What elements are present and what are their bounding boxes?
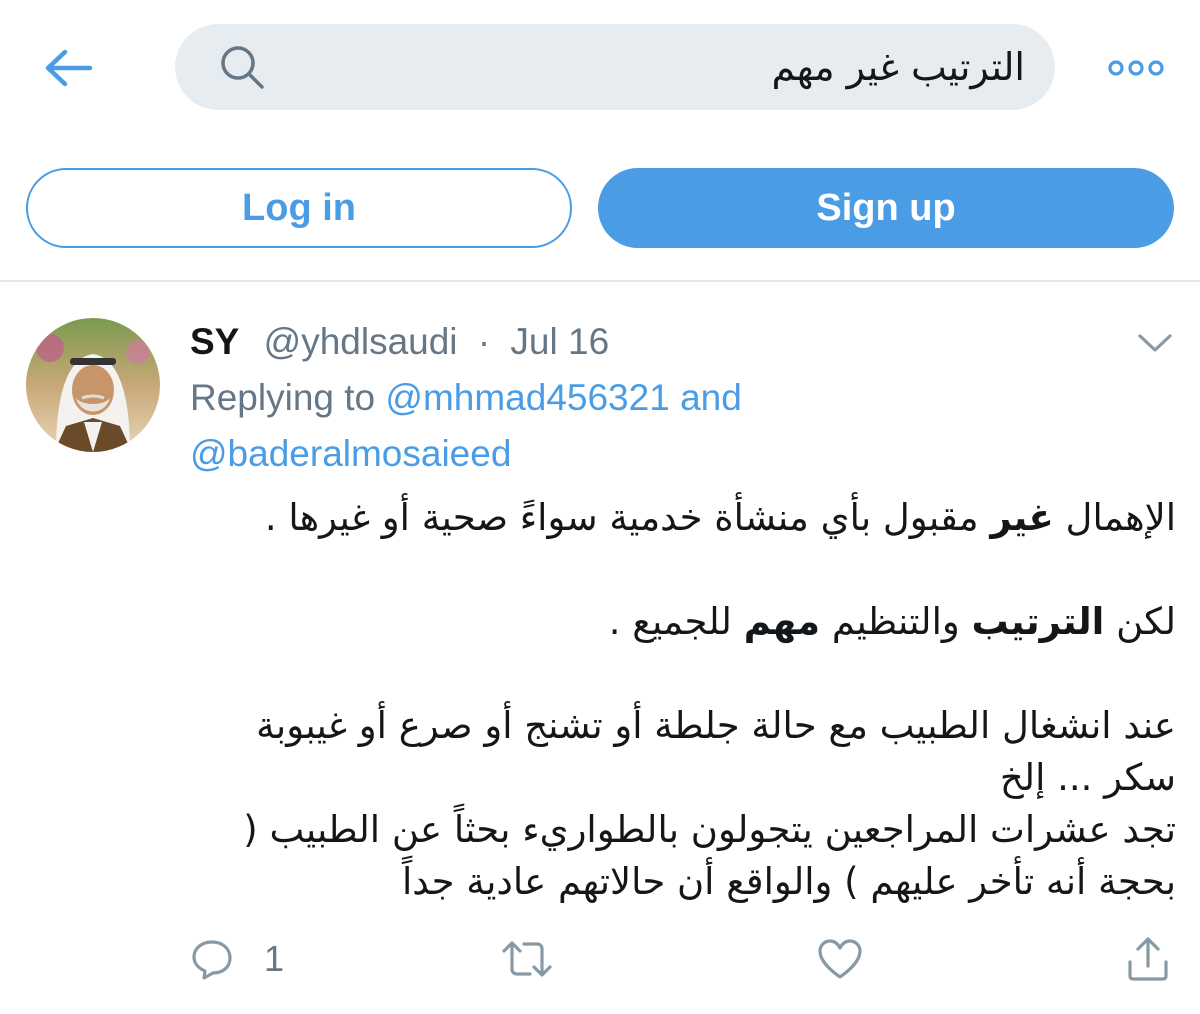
avatar[interactable] <box>26 318 160 452</box>
mention-link[interactable]: @mhmad456321 <box>385 377 669 418</box>
reply-count: 1 <box>264 938 285 979</box>
chevron-down-icon <box>1138 334 1172 352</box>
back-button[interactable] <box>38 40 98 96</box>
share-button[interactable] <box>1126 936 1170 982</box>
tweet-line: عند انشغال الطبيب مع حالة جلطة أو تشنج أ… <box>256 704 1176 747</box>
search-icon <box>221 46 264 89</box>
like-button[interactable] <box>816 936 864 982</box>
user-handle[interactable]: @yhdlsaudi <box>264 321 458 362</box>
replying-to: Replying to @mhmad456321 and <box>190 372 742 424</box>
display-name[interactable]: SY <box>190 321 239 362</box>
reply-button[interactable]: 1 <box>190 936 284 982</box>
signup-button[interactable]: Sign up <box>598 168 1174 248</box>
search-query: الترتيب غير مهم <box>771 45 1025 89</box>
avatar-image <box>26 318 160 452</box>
retweet-icon <box>502 941 552 977</box>
heart-icon <box>818 939 862 979</box>
top-bar: الترتيب غير مهم <box>0 0 1200 130</box>
login-button[interactable]: Log in <box>26 168 572 248</box>
tweet-menu-button[interactable] <box>1132 326 1178 360</box>
more-options-button[interactable] <box>1104 48 1168 88</box>
retweet-button[interactable] <box>500 936 554 982</box>
arrow-left-icon <box>45 49 93 87</box>
separator-dot: · <box>477 321 491 362</box>
mention-link[interactable]: @baderalmosaieed <box>190 433 511 474</box>
tweet-header: SY @yhdlsaudi · Jul 16 <box>190 316 609 368</box>
and-word: and <box>680 377 742 418</box>
reply-icon <box>192 940 232 980</box>
tweet-text: الإهمال غير مقبول بأي منشأة خدمية سواءً … <box>186 492 1176 908</box>
more-horizontal-icon <box>1108 60 1164 76</box>
replying-to-continued: @baderalmosaieed <box>190 428 511 480</box>
share-icon <box>1128 937 1168 981</box>
tweet-paragraph: الإهمال غير مقبول بأي منشأة خدمية سواءً … <box>264 496 1176 539</box>
divider <box>0 280 1200 282</box>
tweet-line: بحجة أنه تأخر عليهم ) والواقع أن حالاتهم… <box>401 860 1176 903</box>
tweet-paragraph: لكن الترتيب والتنظيم مهم للجميع . <box>608 600 1176 643</box>
replying-to-label: Replying to <box>190 377 376 418</box>
tweet-line: سكر ... إلخ <box>999 756 1176 799</box>
tweet-line: تجد عشرات المراجعين يتجولون بالطواريء بح… <box>243 808 1176 851</box>
search-input[interactable]: الترتيب غير مهم <box>175 24 1055 110</box>
tweet-date[interactable]: Jul 16 <box>510 321 609 362</box>
